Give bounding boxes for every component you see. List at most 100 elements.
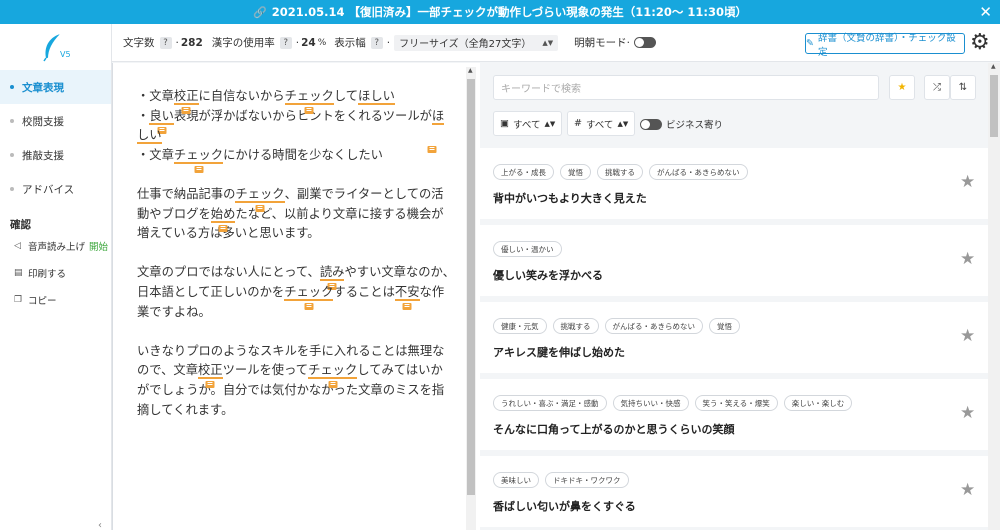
scroll-thumb[interactable] xyxy=(467,79,475,495)
tag-list: 上がる・成長 覚悟 挑戦する がんばる・あきらめない xyxy=(493,164,754,180)
phrase-card[interactable]: 美味しい ドキドキ・ワクワク 香ばしい匂いが鼻をくすぐる ★ xyxy=(480,456,988,527)
dot-icon xyxy=(10,153,14,157)
tag[interactable]: 笑う・笑える・爆笑 xyxy=(694,395,778,411)
nav-item-proofreading[interactable]: 校閲支援 xyxy=(0,104,111,138)
updown-icon: ▲▼ xyxy=(544,119,556,128)
phrase-card[interactable]: 上がる・成長 覚悟 挑戦する がんばる・あきらめない 背中がいつもより大きく見え… xyxy=(480,148,988,219)
scroll-up-icon[interactable]: ▲ xyxy=(468,67,473,74)
business-toggle[interactable] xyxy=(640,118,662,130)
help-icon[interactable]: ? xyxy=(159,36,172,49)
nav-label: 校閲支援 xyxy=(22,115,64,128)
scroll-up-icon[interactable]: ▲ xyxy=(991,63,996,70)
dot-icon xyxy=(10,119,14,123)
bullet-1: ・文章校正 に自信ないからチェック してほしい xyxy=(137,89,395,114)
panel-scrollbar[interactable]: ▲ xyxy=(988,63,1000,530)
print-tool[interactable]: ▤ 印刷する xyxy=(14,266,66,280)
paragraph-1: 仕事で納品記事のチェック 、副業でライターとしての活動やブログを始め たなど、以前よ… xyxy=(137,186,444,241)
favorites-star-icon[interactable]: ★ xyxy=(889,75,915,100)
copy-label: コピー xyxy=(28,296,57,307)
link-icon: 🔗 xyxy=(253,5,267,19)
mincho-toggle[interactable] xyxy=(633,37,656,48)
paragraph-3: いきなりプロのようなスキルを手に入れることは無理なので、文章校正 ツールを使ってチ… xyxy=(137,343,445,417)
tag[interactable]: 挑戦する xyxy=(597,164,643,180)
tag[interactable]: がんばる・あきらめない xyxy=(649,164,748,180)
tag-filter[interactable]: # すべて ▲▼ xyxy=(567,111,636,136)
nav-label: 文章表現 xyxy=(22,81,64,94)
app-logo[interactable]: V5 xyxy=(40,32,80,66)
display-width-label: 表示幅 xyxy=(334,37,366,49)
print-label: 印刷する xyxy=(28,269,67,280)
phrase-text[interactable]: アキレス腱を伸ばし始めた xyxy=(493,344,625,360)
shuffle-icon[interactable]: ⤮ xyxy=(924,75,950,100)
star-icon[interactable]: ★ xyxy=(960,403,975,423)
separator: · xyxy=(295,36,300,49)
dictionary-button-label: 辞書（文賢の辞書）・チェック設定 xyxy=(817,32,956,58)
tag[interactable]: 上がる・成長 xyxy=(493,164,554,180)
tag[interactable]: 美味しい xyxy=(493,472,539,488)
phrase-card[interactable]: うれしい・喜ぶ・満足・感動 気持ちいい・快感 笑う・笑える・爆笑 楽しい・楽しむ… xyxy=(480,379,988,450)
phrase-card[interactable]: 健康・元気 挑戦する がんばる・あきらめない 覚悟 アキレス腱を伸ばし始めた ★ xyxy=(480,302,988,373)
sort-icon[interactable]: ⇅ xyxy=(950,75,976,100)
tag[interactable]: 気持ちいい・快感 xyxy=(612,395,689,411)
gear-icon[interactable]: ⚙ xyxy=(970,30,990,55)
updown-icon: ▲▼ xyxy=(617,119,629,128)
copy-icon: ❐ xyxy=(14,295,23,305)
phrase-card[interactable]: 優しい・温かい 優しい笑みを浮かべる ★ xyxy=(480,225,988,296)
nav-item-expression[interactable]: 文章表現 xyxy=(0,70,111,104)
editor-pane[interactable]: ・文章校正 に自信ないからチェック してほしい ・良い 表現が浮かばないからヒントをく… xyxy=(112,63,480,530)
top-toolbar: 文字数 ? · 282 漢字の使用率 ? · 24 % 表示幅 ? · フリーサ… xyxy=(112,24,1000,62)
bookmark-icon: ✎ xyxy=(806,38,814,49)
star-icon[interactable]: ★ xyxy=(960,480,975,500)
category-filter-value: すべて xyxy=(512,119,541,131)
sidebar-nav: 文章表現 校閲支援 推敲支援 アドバイス xyxy=(0,70,111,206)
read-aloud-label: 音声読み上げ xyxy=(28,242,86,253)
tag[interactable]: うれしい・喜ぶ・満足・感動 xyxy=(493,395,607,411)
read-aloud-tool[interactable]: ◁ 音声読み上げ 開始 xyxy=(14,239,108,253)
char-count-label: 文字数 xyxy=(123,37,155,49)
separator: · xyxy=(626,36,630,49)
banner-text: 2021.05.14 【復旧済み】一部チェックが動作しづらい現象の発生（11:2… xyxy=(271,5,747,19)
phrase-text[interactable]: そんなに口角って上がるのかと思うくらいの笑顔 xyxy=(493,421,734,437)
editor-scrollbar[interactable]: ▲ xyxy=(466,67,476,530)
display-width-select[interactable]: フリーサイズ（全角27文字） ▲▼ xyxy=(394,34,559,51)
dot-icon xyxy=(10,187,14,191)
text-editor[interactable]: ・文章校正 に自信ないからチェック してほしい ・良い 表現が浮かばないからヒントをく… xyxy=(137,87,455,440)
category-filter[interactable]: ▣ すべて ▲▼ xyxy=(493,111,563,136)
nav-item-refinement[interactable]: 推敲支援 xyxy=(0,138,111,172)
nav-item-advice[interactable]: アドバイス xyxy=(0,172,111,206)
bullet-list: ・文章校正 に自信ないからチェック してほしい ・良い 表現が浮かばないからヒントをく… xyxy=(137,87,455,173)
dot-icon xyxy=(10,85,14,89)
read-aloud-start[interactable]: 開始 xyxy=(89,239,108,253)
copy-tool[interactable]: ❐ コピー xyxy=(14,293,57,307)
dictionary-settings-button[interactable]: ✎ 辞書（文賢の辞書）・チェック設定 xyxy=(805,33,965,58)
tag[interactable]: 優しい・温かい xyxy=(493,241,562,257)
help-icon[interactable]: ? xyxy=(370,36,383,49)
scroll-thumb[interactable] xyxy=(990,75,998,137)
nav-label: アドバイス xyxy=(22,183,75,196)
mincho-label: 明朝モード xyxy=(574,37,627,49)
tag[interactable]: 覚悟 xyxy=(709,318,740,334)
business-label: ビジネス寄り xyxy=(666,120,724,131)
star-icon[interactable]: ★ xyxy=(960,172,975,192)
image-icon: ▣ xyxy=(500,118,509,129)
tag[interactable]: 楽しい・楽しむ xyxy=(783,395,853,411)
phrase-text[interactable]: 背中がいつもより大きく見えた xyxy=(493,190,647,206)
tag[interactable]: 健康・元気 xyxy=(493,318,547,334)
close-icon[interactable]: ✕ xyxy=(979,3,992,21)
updown-icon: ▲▼ xyxy=(542,38,554,47)
business-filter[interactable]: ビジネス寄り xyxy=(640,117,723,131)
tag[interactable]: ドキドキ・ワクワク xyxy=(545,472,629,488)
star-icon[interactable]: ★ xyxy=(960,326,975,346)
star-icon[interactable]: ★ xyxy=(960,249,975,269)
display-width-value: フリーサイズ（全角27文字） xyxy=(399,39,532,50)
paragraph-2: 文章のプロではない人にとって、読み やすい文章なのか、日本語として正しいのかをチェ… xyxy=(137,265,455,319)
phrase-text[interactable]: 香ばしい匂いが鼻をくすぐる xyxy=(493,498,636,514)
search-input[interactable]: キーワードで検索 xyxy=(493,75,879,100)
help-icon[interactable]: ? xyxy=(279,36,292,49)
separator: · xyxy=(175,36,179,49)
collapse-icon[interactable]: ‹ xyxy=(98,520,102,530)
tag[interactable]: 覚悟 xyxy=(560,164,591,180)
phrase-text[interactable]: 優しい笑みを浮かべる xyxy=(493,267,603,283)
tag[interactable]: 挑戦する xyxy=(552,318,599,334)
tag[interactable]: がんばる・あきらめない xyxy=(604,318,703,334)
